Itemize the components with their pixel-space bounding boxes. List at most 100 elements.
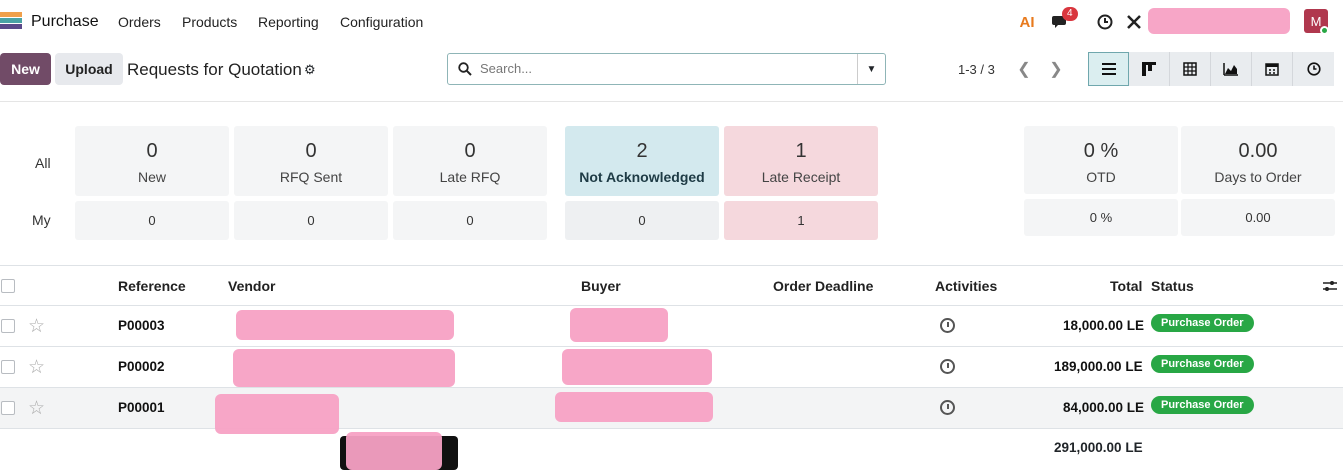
card-new[interactable]: 0 New	[75, 126, 229, 196]
caret-down-icon[interactable]: ▼	[857, 54, 885, 84]
card-otd: 0 % OTD	[1024, 126, 1178, 194]
row-label-my: My	[32, 212, 51, 228]
card-label: Days to Order	[1214, 169, 1302, 185]
top-navbar: Purchase Orders Products Reporting Confi…	[0, 0, 1343, 44]
card-not-acknowledged[interactable]: 2 Not Acknowledged	[565, 126, 719, 196]
app-icon[interactable]	[0, 12, 22, 30]
tools-icon[interactable]	[1124, 10, 1144, 34]
clock-icon[interactable]	[1094, 10, 1116, 34]
status-badge: Purchase Order	[1151, 355, 1254, 373]
col-status[interactable]: Status	[1151, 278, 1194, 294]
card-label: RFQ Sent	[279, 169, 343, 185]
card-rfq-sent[interactable]: 0 RFQ Sent	[234, 126, 388, 196]
table-row[interactable]: ☆ P00003 18,000.00 LE Purchase Order	[0, 306, 1343, 347]
my-new-count[interactable]: 0	[75, 201, 229, 240]
card-count: 0 %	[1083, 140, 1119, 162]
my-not-acknowledged-count[interactable]: 0	[565, 201, 719, 240]
row-total: 189,000.00 LE	[1054, 359, 1143, 374]
card-count: 0	[464, 140, 476, 162]
card-label: Not Acknowledged	[579, 169, 705, 185]
redacted-overlay-pink	[346, 432, 442, 470]
my-days-to-order-value: 0.00	[1181, 199, 1335, 236]
redacted-vendor	[215, 394, 339, 434]
card-label: Late Receipt	[761, 169, 841, 185]
chat-icon[interactable]: 4	[1050, 7, 1078, 34]
clock-icon[interactable]	[940, 400, 955, 415]
row-total: 84,000.00 LE	[1063, 400, 1145, 415]
row-label-all: All	[35, 155, 51, 171]
status-badge: Purchase Order	[1151, 314, 1254, 332]
card-late-rfq[interactable]: 0 Late RFQ	[393, 126, 547, 196]
menu-orders[interactable]: Orders	[118, 14, 161, 30]
card-days-to-order: 0.00 Days to Order	[1181, 126, 1335, 194]
status-badge: Purchase Order	[1151, 396, 1254, 414]
menu-reporting[interactable]: Reporting	[258, 14, 319, 30]
list-view-icon[interactable]	[1088, 52, 1129, 86]
new-button[interactable]: New	[0, 53, 51, 85]
clock-icon[interactable]	[940, 359, 955, 374]
gear-icon[interactable]: ⚙	[304, 62, 316, 78]
col-buyer[interactable]: Buyer	[581, 278, 621, 294]
card-label: OTD	[1086, 169, 1116, 185]
redacted-vendor	[233, 349, 455, 387]
star-icon[interactable]: ☆	[28, 356, 45, 379]
table-row[interactable]: ☆ P00001 84,000.00 LE Purchase Order	[0, 388, 1343, 434]
redacted-vendor	[236, 310, 454, 340]
menu-configuration[interactable]: Configuration	[340, 14, 423, 30]
card-count: 0	[146, 140, 158, 162]
online-status-dot	[1320, 26, 1329, 35]
card-label: Late RFQ	[439, 169, 501, 185]
card-count: 0.00	[1238, 140, 1278, 162]
table-row[interactable]: ☆ P00002 189,000.00 LE Purchase Order	[0, 347, 1343, 388]
pager-value[interactable]: 1-3 / 3	[958, 62, 995, 77]
col-total[interactable]: Total	[1110, 278, 1142, 294]
clock-icon[interactable]	[940, 318, 955, 333]
card-count: 2	[636, 140, 648, 162]
my-late-rfq-count[interactable]: 0	[393, 201, 547, 240]
optional-columns-icon[interactable]	[1322, 279, 1338, 293]
page-title: Requests for Quotation	[127, 60, 302, 79]
search-bar: ▼	[447, 53, 886, 85]
upload-button[interactable]: Upload	[55, 53, 123, 85]
row-checkbox[interactable]	[1, 360, 15, 374]
row-reference: P00001	[118, 400, 165, 415]
chevron-left-icon[interactable]: ❮	[1008, 53, 1040, 85]
row-checkbox[interactable]	[1, 401, 15, 415]
ai-button[interactable]: AI	[1016, 10, 1038, 34]
kanban-view-icon[interactable]	[1129, 52, 1170, 86]
row-checkbox[interactable]	[1, 319, 15, 333]
chat-badge: 4	[1062, 7, 1078, 21]
star-icon[interactable]: ☆	[28, 397, 45, 420]
col-order-deadline[interactable]: Order Deadline	[773, 278, 873, 294]
redacted-buyer	[555, 392, 713, 422]
view-switcher	[1088, 52, 1334, 86]
activity-view-icon[interactable]	[1293, 52, 1334, 86]
chevron-right-icon[interactable]: ❯	[1040, 53, 1072, 85]
menu-products[interactable]: Products	[182, 14, 237, 30]
card-count: 1	[795, 140, 807, 162]
card-late-receipt[interactable]: 1 Late Receipt	[724, 126, 878, 196]
card-label: New	[137, 169, 166, 185]
card-count: 0	[305, 140, 317, 162]
col-activities[interactable]: Activities	[935, 278, 997, 294]
app-brand[interactable]: Purchase	[31, 13, 99, 31]
my-rfq-sent-count[interactable]: 0	[234, 201, 388, 240]
table-header: Reference Vendor Buyer Order Deadline Ac…	[0, 265, 1343, 306]
row-reference: P00003	[118, 318, 165, 333]
my-late-receipt-count[interactable]: 1	[724, 201, 878, 240]
row-total: 18,000.00 LE	[1063, 318, 1145, 333]
star-icon[interactable]: ☆	[28, 315, 45, 338]
grand-total: 291,000.00 LE	[1054, 440, 1143, 455]
row-reference: P00002	[118, 359, 165, 374]
redacted-company-name	[1148, 8, 1290, 34]
select-all-checkbox[interactable]	[1, 279, 15, 293]
my-otd-value: 0 %	[1024, 199, 1178, 236]
search-input[interactable]	[480, 61, 850, 76]
calendar-view-icon[interactable]	[1252, 52, 1293, 86]
col-reference[interactable]: Reference	[118, 278, 186, 294]
col-vendor[interactable]: Vendor	[228, 278, 275, 294]
redacted-buyer	[570, 308, 668, 342]
search-icon	[458, 62, 472, 76]
pivot-view-icon[interactable]	[1170, 52, 1211, 86]
graph-view-icon[interactable]	[1211, 52, 1252, 86]
